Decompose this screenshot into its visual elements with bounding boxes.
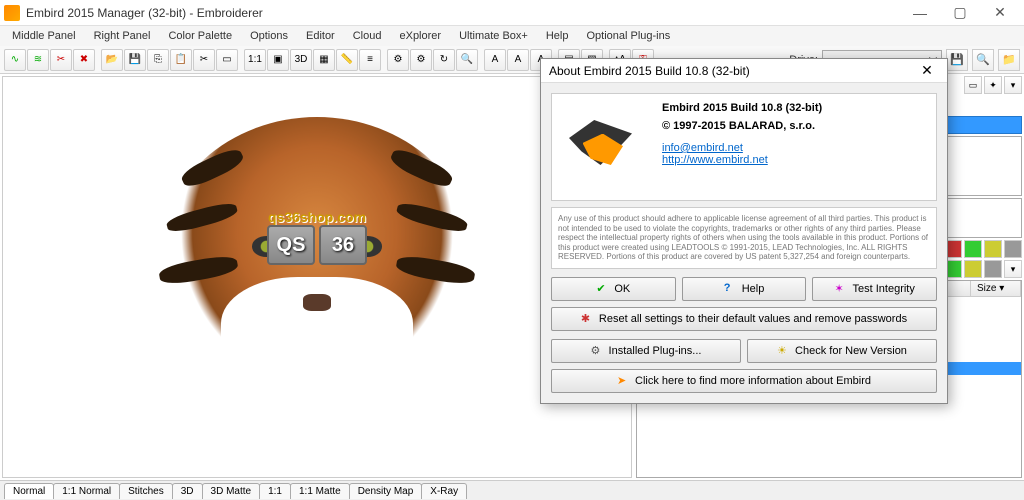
drive-folder-icon[interactable]: 📁: [998, 49, 1020, 71]
about-copyright: © 1997-2015 BALARAD, s.r.o.: [662, 120, 928, 132]
app-icon: [4, 5, 20, 21]
view-tab-3d[interactable]: 3D: [172, 483, 203, 499]
hummingbird-icon: [560, 102, 650, 192]
reset-icon: [581, 312, 595, 326]
menu-ultimate-box-[interactable]: Ultimate Box+: [451, 28, 536, 44]
color-green[interactable]: [964, 240, 982, 258]
titlebar: Embird 2015 Manager (32-bit) - Embroider…: [0, 0, 1024, 26]
close-button[interactable]: ✕: [980, 1, 1020, 25]
tool-text-a[interactable]: A: [484, 49, 506, 71]
tool-grid[interactable]: ▦: [313, 49, 335, 71]
embroidery-preview: [137, 107, 497, 447]
nav-more-icon[interactable]: ▾: [1004, 260, 1022, 278]
bird-icon: [617, 374, 631, 388]
reset-settings-button[interactable]: Reset all settings to their default valu…: [551, 307, 937, 331]
tool-cut-red[interactable]: ✂: [50, 49, 72, 71]
tool-align[interactable]: ≡: [359, 49, 381, 71]
tool-refresh[interactable]: ↻: [433, 49, 455, 71]
view-tab-1-1-matte[interactable]: 1:1 Matte: [290, 483, 350, 499]
sun-icon: [777, 344, 791, 358]
menu-middle-panel[interactable]: Middle Panel: [4, 28, 84, 44]
color-yellow[interactable]: [984, 240, 1002, 258]
panel-menu-icon[interactable]: ▾: [1004, 76, 1022, 94]
tool-screen[interactable]: ▣: [267, 49, 289, 71]
tool-text-b[interactable]: A: [507, 49, 529, 71]
color2-gray[interactable]: [984, 260, 1002, 278]
view-tab-x-ray[interactable]: X-Ray: [421, 483, 467, 499]
about-email-link[interactable]: info@embird.net: [662, 142, 928, 154]
tool-cut[interactable]: ✂: [193, 49, 215, 71]
panel-doc-icon[interactable]: ▭: [964, 76, 982, 94]
star-icon: [835, 282, 849, 296]
about-title: About Embird 2015 Build 10.8 (32-bit): [549, 64, 915, 78]
help-button[interactable]: Help: [682, 277, 807, 301]
test-integrity-button[interactable]: Test Integrity: [812, 277, 937, 301]
drive-search-icon[interactable]: 🔍: [972, 49, 994, 71]
menu-help[interactable]: Help: [538, 28, 577, 44]
check-icon: [596, 282, 610, 296]
about-product: Embird 2015 Build 10.8 (32-bit): [662, 102, 928, 114]
check-version-button[interactable]: Check for New Version: [747, 339, 937, 363]
menu-right-panel[interactable]: Right Panel: [86, 28, 159, 44]
watermark: qs36shop.com QS 36: [267, 209, 367, 265]
help-icon: [724, 282, 738, 296]
tool-save[interactable]: 💾: [124, 49, 146, 71]
design-canvas[interactable]: qs36shop.com QS 36: [2, 76, 632, 478]
tool-3d[interactable]: 3D: [290, 49, 312, 71]
tool-clip[interactable]: ▭: [216, 49, 238, 71]
menubar: Middle PanelRight PanelColor PaletteOpti…: [0, 26, 1024, 46]
tool-open[interactable]: 📂: [101, 49, 123, 71]
panel-cam-icon[interactable]: ✦: [984, 76, 1002, 94]
tool-search[interactable]: 🔍: [456, 49, 478, 71]
about-legal-text: Any use of this product should adhere to…: [551, 207, 937, 269]
menu-explorer[interactable]: eXplorer: [391, 28, 449, 44]
maximize-button[interactable]: ▢: [940, 1, 980, 25]
about-close-icon[interactable]: ✕: [915, 62, 939, 79]
menu-cloud[interactable]: Cloud: [345, 28, 390, 44]
view-tab-3d-matte[interactable]: 3D Matte: [202, 483, 261, 499]
more-info-button[interactable]: Click here to find more information abou…: [551, 369, 937, 393]
menu-color-palette[interactable]: Color Palette: [160, 28, 240, 44]
menu-optional-plug-ins[interactable]: Optional Plug-ins: [578, 28, 678, 44]
color-gray[interactable]: [1004, 240, 1022, 258]
minimize-button[interactable]: ―: [900, 1, 940, 25]
tool-mark[interactable]: ✖: [73, 49, 95, 71]
menu-options[interactable]: Options: [242, 28, 296, 44]
window-title: Embird 2015 Manager (32-bit) - Embroider…: [26, 6, 900, 20]
installed-plugins-button[interactable]: Installed Plug-ins...: [551, 339, 741, 363]
view-tab-1-1-normal[interactable]: 1:1 Normal: [53, 483, 120, 499]
view-tabs: Normal1:1 NormalStitches3D3D Matte1:11:1…: [0, 480, 1024, 500]
plugin-icon: [591, 344, 605, 358]
view-tab-stitches[interactable]: Stitches: [119, 483, 173, 499]
menu-editor[interactable]: Editor: [298, 28, 343, 44]
tool-ratio[interactable]: 1:1: [244, 49, 266, 71]
view-tab-1-1[interactable]: 1:1: [259, 483, 291, 499]
about-website-link[interactable]: http://www.embird.net: [662, 154, 928, 166]
ok-button[interactable]: OK: [551, 277, 676, 301]
color2-yellow[interactable]: [964, 260, 982, 278]
tool-gear2[interactable]: ⚙: [410, 49, 432, 71]
view-tab-density-map[interactable]: Density Map: [349, 483, 423, 499]
tool-ruler[interactable]: 📏: [336, 49, 358, 71]
tool-wave[interactable]: ≋: [27, 49, 49, 71]
tool-zigzag[interactable]: ∿: [4, 49, 26, 71]
about-dialog: About Embird 2015 Build 10.8 (32-bit) ✕ …: [540, 58, 948, 404]
col-size[interactable]: Size ▾: [971, 281, 1021, 296]
tool-paste[interactable]: 📋: [170, 49, 192, 71]
tool-gear1[interactable]: ⚙: [387, 49, 409, 71]
drive-save-icon[interactable]: 💾: [946, 49, 968, 71]
view-tab-normal[interactable]: Normal: [4, 483, 54, 499]
tool-copy[interactable]: ⎘: [147, 49, 169, 71]
